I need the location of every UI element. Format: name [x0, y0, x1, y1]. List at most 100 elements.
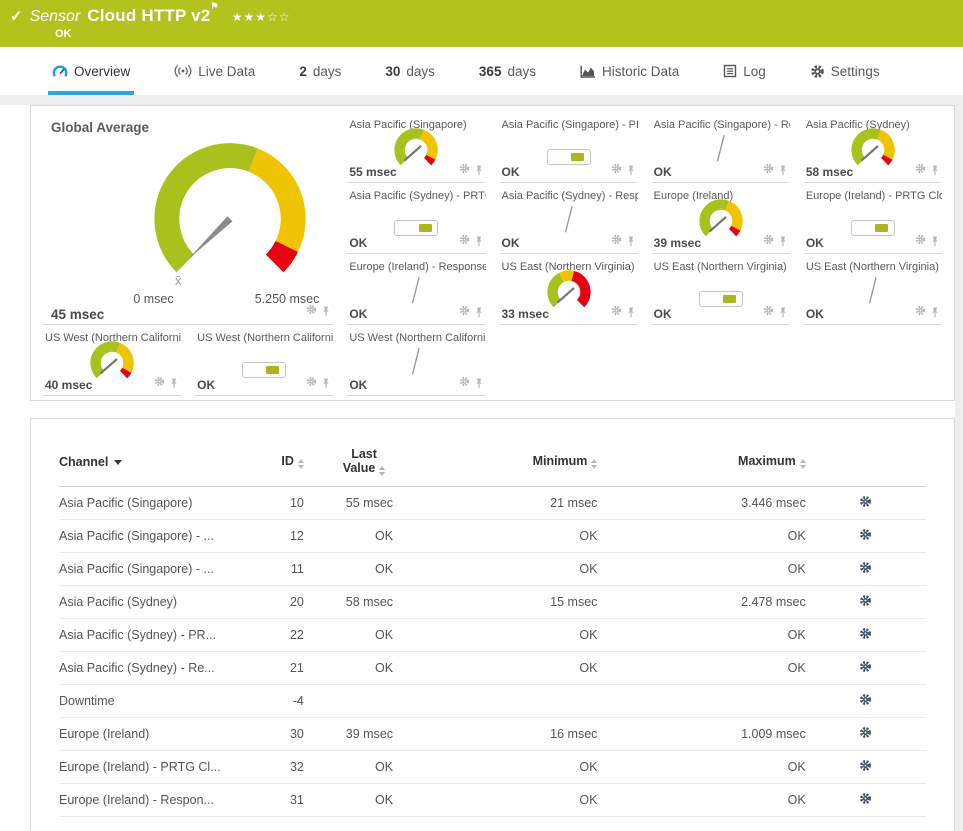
pin-icon[interactable] [930, 165, 940, 176]
tab-365-days[interactable]: 365 days [475, 47, 540, 95]
channel-gauge-cell[interactable]: Asia Pacific (Singapore) - Res... OK [651, 112, 790, 183]
channel-gauge-cell[interactable]: US West (Northern California)... OK [347, 325, 486, 396]
gauge-settings-gear-icon[interactable] [459, 161, 470, 179]
channel-cell-value: 55 msec [349, 165, 397, 179]
pin-icon[interactable] [626, 165, 636, 176]
tab-overview[interactable]: Overview [48, 47, 135, 95]
column-header-id[interactable]: ID [247, 443, 304, 487]
pin-icon[interactable] [321, 378, 331, 389]
tab-30-days[interactable]: 30 days [381, 47, 439, 95]
channel-gauge-cell[interactable]: Asia Pacific (Singapore) - PR... OK [499, 112, 638, 183]
global-average-tile[interactable]: Global Average x̄ 0 msec 5.250 msec 45 m… [43, 112, 334, 325]
channel-settings-icon[interactable] [859, 793, 872, 808]
channel-gauge-cell[interactable]: Europe (Ireland) - PRTG Cloud... OK [803, 183, 942, 254]
pin-icon[interactable] [778, 165, 788, 176]
gauge-settings-gear-icon[interactable] [915, 303, 926, 321]
channel-settings-icon[interactable] [859, 529, 872, 544]
gauge-settings-gear-icon[interactable] [611, 232, 622, 250]
cell-settings [805, 750, 926, 784]
pin-icon[interactable] [169, 378, 179, 389]
cell-minimum [393, 684, 598, 718]
gauge-settings-gear-icon[interactable] [763, 303, 774, 321]
sensor-status-text: OK [55, 28, 72, 40]
gauge-settings-gear-icon[interactable] [306, 374, 317, 392]
pin-icon[interactable] [930, 236, 940, 247]
tab-historic-data[interactable]: Historic Data [576, 47, 683, 95]
channel-gauge-cell[interactable]: Asia Pacific (Sydney) - Respo... OK [499, 183, 638, 254]
channel-settings-icon[interactable] [859, 628, 872, 643]
pin-icon[interactable] [474, 378, 484, 389]
channel-gauge-cell[interactable]: Europe (Ireland) 39 msec [651, 183, 790, 254]
tab-settings[interactable]: Settings [806, 47, 884, 95]
column-header-channel[interactable]: Channel [59, 443, 248, 487]
channel-gauge-cell[interactable]: US West (Northern California) 40 msec [43, 325, 182, 396]
cell-settings [805, 783, 926, 817]
gauge-settings-gear-icon[interactable] [459, 303, 470, 321]
table-row[interactable]: Asia Pacific (Singapore) 10 55 msec 21 m… [59, 486, 926, 520]
channel-gauge-cell[interactable]: Asia Pacific (Sydney) 58 msec [803, 112, 942, 183]
content-divider [0, 95, 963, 105]
table-row[interactable]: Asia Pacific (Sydney) 20 58 msec 15 msec… [59, 585, 926, 619]
channel-gauge-cell[interactable]: Asia Pacific (Singapore) 55 msec [347, 112, 486, 183]
pin-icon[interactable] [474, 165, 484, 176]
priority-stars[interactable]: ★★★☆☆ [232, 10, 291, 24]
scroll-gutter[interactable] [955, 95, 963, 831]
table-row[interactable]: Asia Pacific (Singapore) - ... 12 OK OK … [59, 519, 926, 553]
channel-settings-icon[interactable] [859, 694, 872, 709]
channel-gauge-cell[interactable]: Europe (Ireland) - Response C... OK [347, 254, 486, 325]
tab-live-data[interactable]: Live Data [170, 47, 259, 95]
tab-2-days[interactable]: 2 days [295, 47, 345, 95]
table-row[interactable]: Europe (Ireland) - PRTG Cl... 32 OK OK O… [59, 750, 926, 784]
pin-icon[interactable] [626, 307, 636, 318]
pin-icon[interactable] [626, 236, 636, 247]
tab-log[interactable]: Log [719, 47, 770, 95]
channel-gauge-cell[interactable]: US East (Northern Virginia) - ... OK [651, 254, 790, 325]
gauge-settings-gear-icon[interactable] [611, 303, 622, 321]
channel-cell-value: OK [805, 307, 824, 321]
table-row[interactable]: Asia Pacific (Singapore) - ... 11 OK OK … [59, 552, 926, 586]
gauge-settings-gear-icon[interactable] [154, 374, 165, 392]
column-header-maximum[interactable]: Maximum [597, 443, 806, 487]
pin-icon[interactable] [778, 307, 788, 318]
cell-maximum: 3.446 msec [597, 486, 806, 520]
channel-settings-icon[interactable] [859, 595, 872, 610]
pin-icon[interactable] [321, 306, 331, 317]
table-row[interactable]: Asia Pacific (Sydney) - PR... 22 OK OK O… [59, 618, 926, 652]
flag-icon[interactable]: ⚑ [210, 1, 218, 11]
pin-icon[interactable] [474, 307, 484, 318]
gauge-settings-gear-icon[interactable] [611, 161, 622, 179]
pin-icon[interactable] [930, 307, 940, 318]
channel-gauge-cell[interactable]: Asia Pacific (Sydney) - PRTG ... OK [347, 183, 486, 254]
channel-settings-icon[interactable] [859, 760, 872, 775]
gauge-settings-gear-icon[interactable] [763, 161, 774, 179]
tab-label: days [406, 63, 435, 79]
gauge-settings-gear-icon[interactable] [459, 232, 470, 250]
channel-gauge-cell[interactable]: US East (Northern Virginia) - ... OK [803, 254, 942, 325]
gauge-settings-gear-icon[interactable] [763, 232, 774, 250]
gauge-settings-gear-icon[interactable] [915, 161, 926, 179]
gauge-settings-gear-icon[interactable] [306, 302, 317, 320]
channel-cell-value: OK [349, 378, 368, 392]
tab-label: Settings [830, 63, 880, 79]
column-header-minimum[interactable]: Minimum [393, 443, 598, 487]
cell-minimum: OK [393, 750, 598, 784]
channel-settings-icon[interactable] [859, 727, 872, 742]
channel-settings-icon[interactable] [859, 562, 872, 577]
column-header-actions [805, 443, 926, 487]
channel-settings-icon[interactable] [859, 496, 872, 511]
pin-icon[interactable] [778, 236, 788, 247]
column-header-last-value[interactable]: Last Value [303, 443, 394, 487]
table-row[interactable]: Europe (Ireland) - Respon... 31 OK OK OK [59, 783, 926, 817]
channel-settings-icon[interactable] [859, 661, 872, 676]
cell-maximum: OK [597, 783, 806, 817]
table-row[interactable]: Downtime -4 [59, 684, 926, 718]
pin-icon[interactable] [474, 236, 484, 247]
channel-gauge-cell[interactable]: US East (Northern Virginia) 33 msec [499, 254, 638, 325]
cell-minimum: OK [393, 519, 598, 553]
gauge-settings-gear-icon[interactable] [459, 374, 470, 392]
gauge-settings-gear-icon[interactable] [915, 232, 926, 250]
channel-gauge-cell[interactable]: US West (Northern California)... OK [195, 325, 334, 396]
table-row[interactable]: Asia Pacific (Sydney) - Re... 21 OK OK O… [59, 651, 926, 685]
table-row[interactable]: Europe (Ireland) 30 39 msec 16 msec 1.00… [59, 717, 926, 751]
cell-maximum: 1.009 msec [597, 717, 806, 751]
